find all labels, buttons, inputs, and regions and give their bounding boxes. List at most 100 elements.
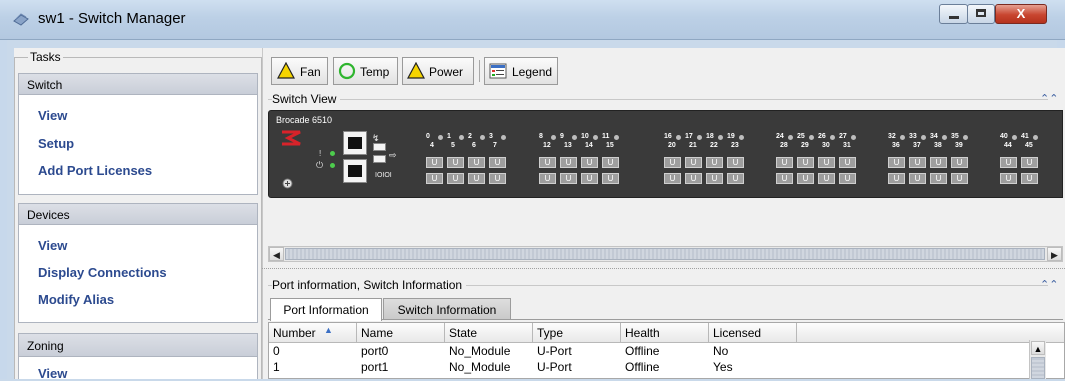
port[interactable]: U bbox=[818, 157, 835, 168]
column-header-health[interactable]: Health bbox=[621, 323, 709, 343]
port[interactable]: U bbox=[560, 157, 577, 168]
port[interactable]: U bbox=[818, 173, 835, 184]
modify-alias-link[interactable]: Modify Alias bbox=[38, 292, 114, 307]
port[interactable]: U bbox=[776, 173, 793, 184]
port[interactable]: U bbox=[909, 157, 926, 168]
port[interactable]: U bbox=[664, 173, 681, 184]
scroll-left-icon[interactable]: ◀ bbox=[269, 247, 284, 261]
section-header-devices[interactable]: Devices bbox=[18, 203, 258, 225]
port[interactable]: U bbox=[447, 157, 464, 168]
scroll-right-icon[interactable]: ▶ bbox=[1047, 247, 1062, 261]
screw-icon bbox=[282, 178, 293, 189]
port[interactable]: U bbox=[706, 157, 723, 168]
switch-view-horizontal-scrollbar[interactable]: ◀ ▶ bbox=[268, 246, 1063, 262]
cell-state: No_Module bbox=[449, 344, 511, 358]
close-button[interactable]: X bbox=[995, 4, 1047, 24]
close-icon: X bbox=[1016, 6, 1026, 21]
collapse-port-info-icon[interactable]: ⌃⌃ bbox=[1040, 278, 1058, 291]
port[interactable]: U bbox=[664, 157, 681, 168]
port[interactable]: U bbox=[909, 173, 926, 184]
port[interactable]: U bbox=[560, 173, 577, 184]
collapse-switch-view-icon[interactable]: ⌃⌃ bbox=[1040, 92, 1058, 105]
port-number-label: 10 bbox=[581, 133, 589, 140]
port[interactable]: U bbox=[797, 173, 814, 184]
switch-manager-app-icon bbox=[13, 13, 29, 26]
switch-setup-link[interactable]: Setup bbox=[38, 136, 74, 151]
add-port-licenses-link[interactable]: Add Port Licenses bbox=[38, 163, 152, 178]
port-number-label: 28 bbox=[780, 142, 788, 149]
port[interactable]: U bbox=[888, 157, 905, 168]
port[interactable]: U bbox=[951, 173, 968, 184]
scroll-thumb[interactable] bbox=[1031, 357, 1045, 379]
port-number-label: 45 bbox=[1025, 142, 1033, 149]
port[interactable]: U bbox=[468, 157, 485, 168]
table-row[interactable]: 1 port1 No_Module U-Port Offline Yes bbox=[269, 359, 1029, 375]
port[interactable]: U bbox=[930, 173, 947, 184]
port-number-label: 2 bbox=[468, 133, 472, 140]
splitter[interactable] bbox=[262, 268, 1065, 270]
port[interactable]: U bbox=[581, 157, 598, 168]
scroll-thumb[interactable] bbox=[285, 248, 1045, 260]
port[interactable]: U bbox=[839, 173, 856, 184]
tasks-title: Tasks bbox=[28, 50, 63, 64]
usb-port bbox=[373, 143, 386, 151]
column-header-name[interactable]: Name bbox=[357, 323, 445, 343]
minimize-button[interactable] bbox=[939, 4, 968, 24]
port[interactable]: U bbox=[776, 157, 793, 168]
port[interactable]: U bbox=[797, 157, 814, 168]
column-header-filler bbox=[797, 323, 1064, 343]
switch-view-link[interactable]: View bbox=[38, 108, 67, 123]
column-header-state[interactable]: State bbox=[445, 323, 533, 343]
port[interactable]: U bbox=[539, 173, 556, 184]
port[interactable]: U bbox=[888, 173, 905, 184]
tab-switch-information[interactable]: Switch Information bbox=[383, 298, 511, 320]
port[interactable]: U bbox=[1021, 157, 1038, 168]
port-number-label: 36 bbox=[892, 142, 900, 149]
port[interactable]: U bbox=[489, 173, 506, 184]
column-header-licensed[interactable]: Licensed bbox=[709, 323, 797, 343]
port[interactable]: U bbox=[1000, 157, 1017, 168]
port[interactable]: U bbox=[447, 173, 464, 184]
port[interactable]: U bbox=[685, 173, 702, 184]
port-number-label: 3 bbox=[489, 133, 493, 140]
port[interactable]: U bbox=[539, 157, 556, 168]
port[interactable]: U bbox=[581, 173, 598, 184]
port-number-label: 15 bbox=[606, 142, 614, 149]
window-frame-left bbox=[0, 40, 7, 379]
port[interactable]: U bbox=[1021, 173, 1038, 184]
column-header-type[interactable]: Type bbox=[533, 323, 621, 343]
port[interactable]: U bbox=[685, 157, 702, 168]
legend-button[interactable]: Legend bbox=[484, 57, 558, 85]
console-label: IOIOI bbox=[375, 172, 392, 179]
port[interactable]: U bbox=[602, 173, 619, 184]
scroll-up-icon[interactable]: ▲ bbox=[1031, 341, 1045, 355]
port[interactable]: U bbox=[930, 157, 947, 168]
power-status-button[interactable]: Power bbox=[402, 57, 474, 85]
port[interactable]: U bbox=[426, 157, 443, 168]
port[interactable]: U bbox=[727, 157, 744, 168]
section-header-switch[interactable]: Switch bbox=[18, 73, 258, 95]
column-header-number[interactable]: Number ▲ bbox=[269, 323, 357, 343]
port[interactable]: U bbox=[489, 157, 506, 168]
display-connections-link[interactable]: Display Connections bbox=[38, 265, 167, 280]
port-number-label: 23 bbox=[731, 142, 739, 149]
tab-port-information[interactable]: Port Information bbox=[270, 298, 382, 321]
port[interactable]: U bbox=[951, 157, 968, 168]
port[interactable]: U bbox=[727, 173, 744, 184]
temp-status-button[interactable]: Temp bbox=[333, 57, 398, 85]
port[interactable]: U bbox=[839, 157, 856, 168]
devices-view-link[interactable]: View bbox=[38, 238, 67, 253]
port[interactable]: U bbox=[468, 173, 485, 184]
port-number-label: 6 bbox=[472, 142, 476, 149]
maximize-button[interactable] bbox=[967, 4, 995, 24]
port[interactable]: U bbox=[706, 173, 723, 184]
port[interactable]: U bbox=[1000, 173, 1017, 184]
port[interactable]: U bbox=[426, 173, 443, 184]
table-row[interactable]: 0 port0 No_Module U-Port Offline No bbox=[269, 343, 1029, 359]
fan-status-button[interactable]: Fan bbox=[271, 57, 328, 85]
port[interactable]: U bbox=[602, 157, 619, 168]
section-header-zoning[interactable]: Zoning bbox=[18, 333, 258, 357]
port-number-label: 1 bbox=[447, 133, 451, 140]
status-mark: ! bbox=[319, 149, 322, 158]
table-vertical-scrollbar[interactable]: ▲ bbox=[1029, 340, 1046, 379]
